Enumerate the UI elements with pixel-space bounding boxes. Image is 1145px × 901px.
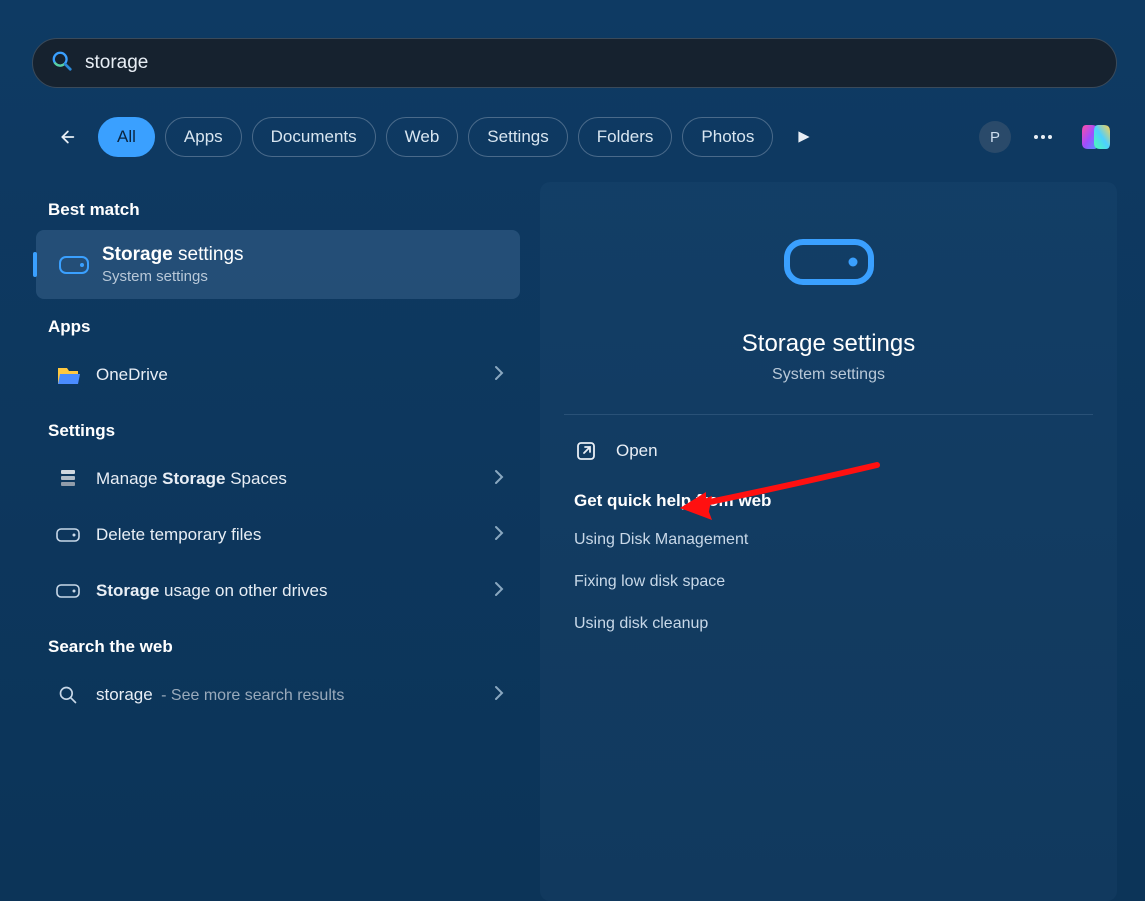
search-icon <box>51 50 73 77</box>
open-label: Open <box>616 441 658 461</box>
chevron-right-icon <box>494 469 504 490</box>
search-input[interactable] <box>85 52 1098 74</box>
best-match-subtitle: System settings <box>102 268 244 285</box>
filter-settings[interactable]: Settings <box>468 117 567 157</box>
chevron-right-icon <box>494 685 504 706</box>
list-item-label: Delete temporary files <box>96 525 494 545</box>
app-item-onedrive[interactable]: OneDrive <box>42 347 520 403</box>
search-icon <box>52 685 84 705</box>
section-settings: Settings <box>48 421 540 441</box>
back-button[interactable] <box>48 119 84 155</box>
section-best-match: Best match <box>48 200 540 220</box>
chevron-right-icon <box>494 365 504 386</box>
section-search-web: Search the web <box>48 637 540 657</box>
storage-large-icon <box>783 238 875 286</box>
filter-apps[interactable]: Apps <box>165 117 242 157</box>
help-link-disk-cleanup[interactable]: Using disk cleanup <box>540 603 1117 645</box>
open-action[interactable]: Open <box>540 415 1117 483</box>
search-bar[interactable] <box>32 38 1117 88</box>
more-options-button[interactable] <box>1027 121 1059 153</box>
storage-small-icon <box>52 584 84 598</box>
filter-folders[interactable]: Folders <box>578 117 673 157</box>
user-avatar[interactable]: P <box>979 121 1011 153</box>
best-match-item[interactable]: Storage settings System settings <box>36 230 520 299</box>
stack-icon <box>52 468 84 490</box>
open-external-icon <box>574 439 598 463</box>
filter-row: All Apps Documents Web Settings Folders … <box>48 114 1117 160</box>
content: Best match Storage settings System setti… <box>42 182 1117 901</box>
onedrive-icon <box>52 364 84 386</box>
list-item-label: Storage usage on other drives <box>96 581 494 601</box>
chevron-right-icon <box>494 525 504 546</box>
settings-item-storage-usage-other-drives[interactable]: Storage usage on other drives <box>42 563 520 619</box>
detail-subtitle: System settings <box>564 366 1093 384</box>
best-match-title: Storage settings <box>102 244 244 266</box>
filter-web[interactable]: Web <box>386 117 459 157</box>
storage-small-icon <box>52 528 84 542</box>
help-link-disk-management[interactable]: Using Disk Management <box>540 519 1117 561</box>
help-link-low-disk-space[interactable]: Fixing low disk space <box>540 561 1117 603</box>
filter-all[interactable]: All <box>98 117 155 157</box>
results-column: Best match Storage settings System setti… <box>42 182 540 901</box>
filter-more-button[interactable] <box>789 122 819 152</box>
storage-icon <box>52 256 96 274</box>
list-item-label: storage - See more search results <box>96 685 494 705</box>
section-apps: Apps <box>48 317 540 337</box>
settings-item-delete-temp-files[interactable]: Delete temporary files <box>42 507 520 563</box>
filter-documents[interactable]: Documents <box>252 117 376 157</box>
list-item-label: OneDrive <box>96 365 494 385</box>
copilot-icon[interactable] <box>1075 116 1117 158</box>
list-item-label: Manage Storage Spaces <box>96 469 494 489</box>
detail-title: Storage settings <box>564 330 1093 358</box>
web-item-storage[interactable]: storage - See more search results <box>42 667 520 723</box>
chevron-right-icon <box>494 581 504 602</box>
filter-photos[interactable]: Photos <box>682 117 773 157</box>
settings-item-manage-storage-spaces[interactable]: Manage Storage Spaces <box>42 451 520 507</box>
detail-panel: Storage settings System settings Open Ge… <box>540 182 1117 901</box>
help-header: Get quick help from web <box>540 483 1117 519</box>
